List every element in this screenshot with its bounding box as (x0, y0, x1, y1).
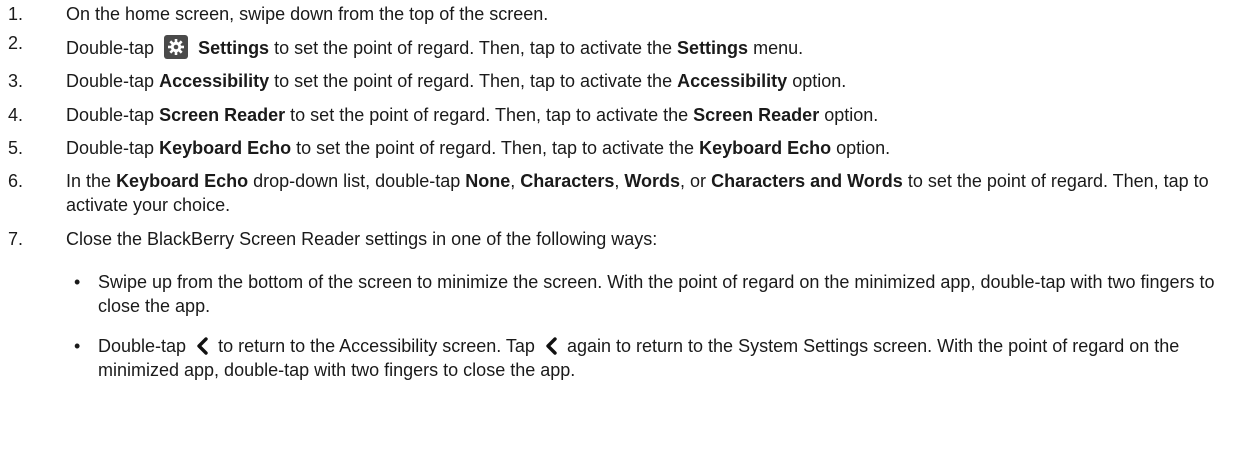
step-bold-term: Characters (520, 171, 615, 191)
step-bold-term: Settings (677, 38, 749, 58)
step-bold-term: Keyboard Echo (159, 138, 292, 158)
step-number: 2. (8, 33, 24, 53)
step-3: 3. Double-tap Accessibility to set the p… (0, 69, 1246, 93)
step-bold-term: None (465, 171, 511, 191)
step-6: 6. In the Keyboard Echo drop-down list, … (0, 169, 1246, 217)
step-bold-term: Settings (198, 38, 270, 58)
step-bold-term: Keyboard Echo (699, 138, 832, 158)
bullet-text: Double-tap to return to the Accessibilit… (98, 334, 1246, 382)
step-text: Double-tap Accessibility to set the poin… (66, 69, 1246, 93)
step-text-part: option. (836, 138, 891, 158)
step-4: 4. Double-tap Screen Reader to set the p… (0, 103, 1246, 127)
step-text-part: to set the point of regard. Then, tap to… (296, 138, 695, 158)
step-text: Close the BlackBerry Screen Reader setti… (66, 229, 658, 249)
step-text-part: option. (824, 105, 879, 125)
step-text: In the Keyboard Echo drop-down list, dou… (66, 169, 1246, 217)
step-1: 1. On the home screen, swipe down from t… (0, 2, 1246, 26)
bullet-dot: • (74, 272, 81, 292)
step-5: 5. Double-tap Keyboard Echo to set the p… (0, 136, 1246, 160)
step-7: 7. Close the BlackBerry Screen Reader se… (0, 227, 1246, 251)
step-text-part: drop-down list, double-tap (253, 171, 461, 191)
step-text-part: to set the point of regard. Then, tap to… (274, 71, 673, 91)
step-bold-term: Screen Reader (693, 105, 820, 125)
step-text-part: option. (792, 71, 847, 91)
bullet-text: Swipe up from the bottom of the screen t… (98, 272, 1215, 316)
step-number: 1. (8, 4, 24, 24)
bullet-item-1: • Swipe up from the bottom of the screen… (74, 270, 1246, 318)
step-text: Double-tap Settings to set the point of r… (66, 35, 1246, 60)
step-text: Double-tap Keyboard Echo to set the poin… (66, 136, 1246, 160)
gear-icon (164, 35, 189, 59)
step-2: 2. Double-tap Settings to set the point o… (0, 33, 1246, 61)
step-text: Double-tap Screen Reader to set the poin… (66, 103, 1246, 127)
step-bold-term: Accessibility (159, 71, 270, 91)
step-bold-term: Keyboard Echo (116, 171, 249, 191)
step-text-part: to set the point of regard. Then, tap to… (290, 105, 689, 125)
step-bold-term: Characters and Words (711, 171, 903, 191)
step-text-part: menu. (753, 38, 804, 58)
bullet-text-part: to return to the Accessibility screen. T… (218, 336, 535, 356)
step-text-part: In the (66, 171, 112, 191)
step-text: On the home screen, swipe down from the … (66, 4, 549, 24)
step-bold-term: Accessibility (677, 71, 788, 91)
step-bold-term: Words (624, 171, 681, 191)
step-text-part: Double-tap (66, 138, 155, 158)
chevron-left-icon (195, 337, 209, 355)
step-text-part: Double-tap (66, 105, 155, 125)
step-text-part: , (614, 171, 620, 191)
step-number: 3. (8, 71, 24, 91)
step-number: 7. (8, 229, 24, 249)
bullet-item-2: • Double-tap to return to the Accessibil… (74, 334, 1246, 382)
step-bold-term: Screen Reader (159, 105, 286, 125)
step-text-part: Double-tap (66, 71, 155, 91)
step-number: 5. (8, 138, 24, 158)
instruction-list: 1. On the home screen, swipe down from t… (0, 0, 1256, 450)
bullet-dot: • (74, 336, 81, 356)
step-text-part: , (510, 171, 516, 191)
step-text-part: to set the point of regard. Then, tap to… (274, 38, 673, 58)
step-number: 4. (8, 105, 24, 125)
step-text-part: Double-tap (66, 38, 155, 58)
step-number: 6. (8, 171, 24, 191)
step-text-part: , or (680, 171, 707, 191)
bullet-text-part: Double-tap (98, 336, 187, 356)
chevron-left-icon (544, 337, 558, 355)
